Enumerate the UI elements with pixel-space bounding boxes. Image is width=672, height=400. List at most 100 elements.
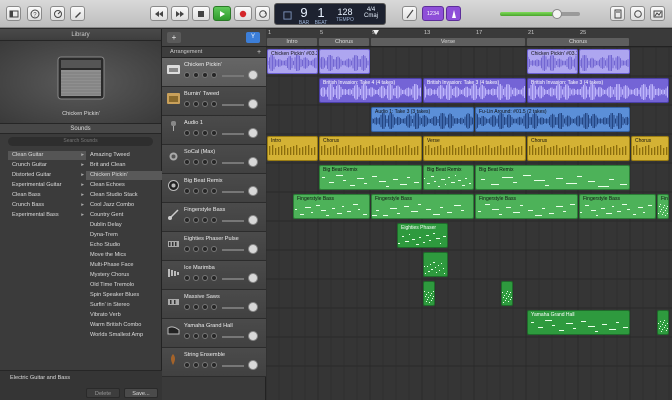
media-browser-icon[interactable] xyxy=(650,6,665,21)
arrangement-label[interactable]: Arrangement xyxy=(162,47,266,58)
patch-item[interactable]: Multi-Phase Face xyxy=(90,261,160,270)
track-name[interactable]: Yamaha Grand Hall xyxy=(184,323,233,329)
search-input[interactable]: Search Sounds xyxy=(8,137,153,146)
track-header[interactable]: Yamaha Grand Hall xyxy=(162,319,266,348)
track-header[interactable]: Audio 1 xyxy=(162,116,266,145)
track-header[interactable]: Eighties Phaser Pulse xyxy=(162,232,266,261)
track-pan-knob[interactable] xyxy=(248,273,258,283)
record-enable-button[interactable] xyxy=(202,217,208,223)
mute-button[interactable] xyxy=(184,72,190,78)
track-name[interactable]: String Ensemble xyxy=(184,352,225,358)
record-enable-button[interactable] xyxy=(202,362,208,368)
input-monitor-button[interactable] xyxy=(211,362,217,368)
midi-region[interactable]: Fingerstyle Bass xyxy=(371,194,474,219)
mute-button[interactable] xyxy=(184,217,190,223)
midi-region[interactable]: Fingerstyle Bass xyxy=(579,194,656,219)
track-volume-slider[interactable] xyxy=(222,307,244,309)
track-volume-slider[interactable] xyxy=(222,220,244,222)
midi-region[interactable]: Fingerstyle Bass xyxy=(657,194,669,219)
patch-item[interactable]: Amazing Tweed xyxy=(90,151,160,160)
lcd-display[interactable]: 9 BAR 1 BEAT 128 TEMPO 4/4 Cmaj xyxy=(274,3,386,26)
help-icon[interactable]: ? xyxy=(27,6,42,21)
track-name[interactable]: Fingerstyle Bass xyxy=(184,207,225,213)
midi-region[interactable] xyxy=(657,310,669,335)
arrangement-marker[interactable]: Verse xyxy=(371,38,525,46)
solo-button[interactable] xyxy=(193,130,199,136)
track-name[interactable]: Massive Saws xyxy=(184,294,220,300)
record-enable-button[interactable] xyxy=(202,275,208,281)
input-monitor-button[interactable] xyxy=(211,333,217,339)
mute-button[interactable] xyxy=(184,130,190,136)
metronome-icon[interactable] xyxy=(446,6,461,21)
mute-button[interactable] xyxy=(184,101,190,107)
track-header[interactable]: String Ensemble xyxy=(162,348,266,377)
track-name[interactable]: Audio 1 xyxy=(184,120,203,126)
mute-button[interactable] xyxy=(184,304,190,310)
input-monitor-button[interactable] xyxy=(211,275,217,281)
track-header[interactable]: Burnin' Tweed xyxy=(162,87,266,116)
track-header[interactable]: Ice Marimba xyxy=(162,261,266,290)
arrangement-marker[interactable]: Chorus xyxy=(527,38,629,46)
track-volume-slider[interactable] xyxy=(222,336,244,338)
solo-button[interactable] xyxy=(193,333,199,339)
library-icon[interactable] xyxy=(6,6,21,21)
track-volume-slider[interactable] xyxy=(222,191,244,193)
filter-icon[interactable]: Y xyxy=(246,32,260,43)
audio-region[interactable] xyxy=(579,49,630,74)
notepad-icon[interactable] xyxy=(610,6,625,21)
audio-region[interactable]: Chicken Pickin' #03.12 xyxy=(527,49,578,74)
track-name[interactable]: Chicken Pickin' xyxy=(184,62,222,68)
footer-category[interactable]: Electric Guitar and Bass xyxy=(10,375,70,381)
record-enable-button[interactable] xyxy=(202,188,208,194)
solo-button[interactable] xyxy=(193,159,199,165)
save-button[interactable]: Save... xyxy=(124,388,158,398)
master-volume-knob[interactable] xyxy=(552,9,562,19)
solo-button[interactable] xyxy=(193,101,199,107)
input-monitor-button[interactable] xyxy=(211,101,217,107)
midi-region[interactable] xyxy=(423,252,448,277)
record-enable-button[interactable] xyxy=(202,130,208,136)
track-header[interactable]: SoCal (Max) xyxy=(162,145,266,174)
track-pan-knob[interactable] xyxy=(248,360,258,370)
track-pan-knob[interactable] xyxy=(248,70,258,80)
play-icon[interactable] xyxy=(213,6,231,21)
midi-region[interactable]: Fingerstyle Bass xyxy=(293,194,370,219)
midi-region[interactable]: Fingerstyle Bass xyxy=(475,194,578,219)
patch-item[interactable]: Move the Mics xyxy=(90,251,160,260)
patch-item[interactable]: Vibrato Verb xyxy=(90,311,160,320)
record-enable-button[interactable] xyxy=(202,101,208,107)
patch-item[interactable]: Worlds Smallest Amp xyxy=(90,331,160,340)
audio-region[interactable]: Audio 1: Take 3 (3 takes) xyxy=(371,107,474,132)
audio-region[interactable]: British Invasion: Take 3 (4 takes) xyxy=(527,78,669,103)
patch-item[interactable]: Brit and Clean xyxy=(90,161,160,170)
delete-button[interactable]: Delete xyxy=(86,388,120,398)
drummer-region[interactable]: Chorus xyxy=(527,136,630,161)
track-name[interactable]: Ice Marimba xyxy=(184,265,215,271)
ruler[interactable]: 1 5 9 13 17 21 25 Intro Chorus Verse Chorus xyxy=(266,29,672,47)
track-volume-slider[interactable] xyxy=(222,75,244,77)
rewind-icon[interactable] xyxy=(150,6,168,21)
patch-item[interactable]: Mystery Chorus xyxy=(90,271,160,280)
category-item[interactable]: Crunch Bass ▸ xyxy=(12,201,86,210)
track-name[interactable]: SoCal (Max) xyxy=(184,149,215,155)
midi-region[interactable]: Yamaha Grand Hall xyxy=(527,310,630,335)
track-name[interactable]: Burnin' Tweed xyxy=(184,91,219,97)
midi-region[interactable]: Big Beat Remix xyxy=(319,165,422,190)
track-volume-slider[interactable] xyxy=(222,162,244,164)
track-pan-knob[interactable] xyxy=(248,157,258,167)
track-pan-knob[interactable] xyxy=(248,128,258,138)
patch-item[interactable]: Dublin Delay xyxy=(90,221,160,230)
input-monitor-button[interactable] xyxy=(211,72,217,78)
mute-button[interactable] xyxy=(184,333,190,339)
midi-region[interactable] xyxy=(423,281,435,306)
solo-button[interactable] xyxy=(193,217,199,223)
track-name[interactable]: Big Beat Remix xyxy=(184,178,223,184)
mute-button[interactable] xyxy=(184,188,190,194)
audio-region[interactable]: Fu-Lin Around: #01.5 (2 takes) xyxy=(475,107,630,132)
mute-button[interactable] xyxy=(184,362,190,368)
audio-region[interactable]: British Invasion: Take 4 (4 takes) xyxy=(319,78,422,103)
track-volume-slider[interactable] xyxy=(222,104,244,106)
tracks-area[interactable]: Chicken Pickin' #03.3 Chicken Pickin' #03… xyxy=(266,47,672,400)
track-volume-slider[interactable] xyxy=(222,249,244,251)
patch-item[interactable]: Country Gent xyxy=(90,211,160,220)
